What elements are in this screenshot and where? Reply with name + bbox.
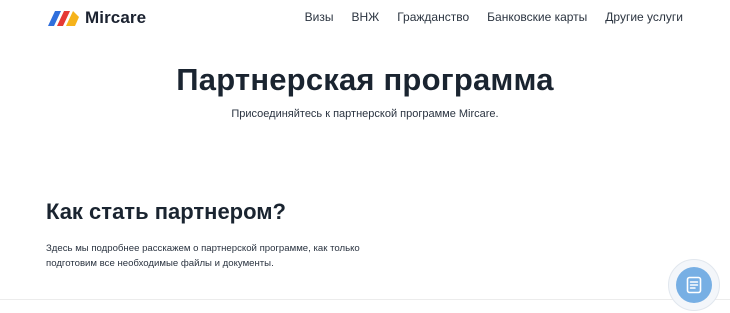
logo[interactable]: Mircare: [46, 6, 146, 30]
nav-item-bank-cards[interactable]: Банковские карты: [487, 10, 587, 24]
section-title: Как стать партнером?: [46, 199, 286, 224]
section-text: Здесь мы подробнее расскажем о партнерск…: [46, 243, 360, 269]
divider: [0, 299, 730, 300]
logo-text: Mircare: [85, 8, 147, 27]
document-widget-button[interactable]: [676, 267, 712, 303]
page-subtitle: Присоединяйтесь к партнерской программе …: [231, 108, 499, 120]
header: Mircare Визы ВНЖ Гражданство Банковские …: [0, 0, 730, 36]
nav-item-visas[interactable]: Визы: [305, 10, 334, 24]
logo-mark-icon: [48, 11, 79, 26]
nav-item-other-services[interactable]: Другие услуги: [605, 10, 683, 24]
main-nav: Визы ВНЖ Гражданство Банковские карты Др…: [305, 10, 683, 24]
document-icon: [686, 276, 702, 294]
nav-item-residence[interactable]: ВНЖ: [351, 10, 379, 24]
page: Mircare Визы ВНЖ Гражданство Банковские …: [0, 0, 730, 313]
page-title: Партнерская программа: [176, 62, 554, 97]
nav-item-citizenship[interactable]: Гражданство: [397, 10, 469, 24]
